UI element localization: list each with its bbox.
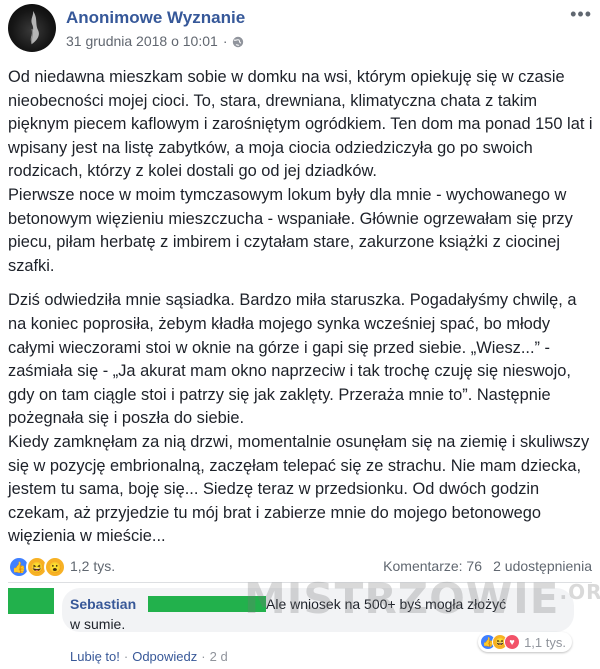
page-name-link[interactable]: Anonimowe Wyznanie: [66, 8, 245, 28]
post-header: Anonimowe Wyznanie 31 grudnia 2018 o 10:…: [0, 0, 600, 60]
comment-like-button[interactable]: Lubię to!: [70, 649, 120, 664]
divider: [8, 582, 592, 583]
reactions-bar: 👍 😆 😮 1,2 tys. Komentarze: 76 2 udostępn…: [8, 556, 592, 578]
comment-reactions-count: 1,1 tys.: [524, 634, 566, 650]
post-paragraph-1: Od niedawna mieszkam sobie w domku na ws…: [8, 68, 593, 275]
globe-icon: [232, 35, 244, 48]
comment-reply-button[interactable]: Odpowiedz: [132, 649, 197, 664]
wow-reaction-icon: 😮: [44, 556, 66, 578]
comments-count[interactable]: Komentarze: 76: [383, 558, 482, 574]
comment-text-line2: w sumie.: [70, 616, 126, 632]
meta-separator: ·: [222, 33, 228, 49]
more-dots-icon[interactable]: •••: [570, 4, 592, 25]
reaction-icons[interactable]: 👍 😆 😮: [8, 556, 66, 578]
action-separator: ·: [201, 649, 206, 664]
post-meta: 31 grudnia 2018 o 10:01 ·: [66, 33, 244, 49]
post-paragraph-2: Dziś odwiedziła mnie sąsiadka. Bardzo mi…: [8, 291, 590, 546]
love-reaction-icon: ♥: [504, 634, 521, 650]
comment-time[interactable]: 2 d: [210, 649, 228, 664]
comment-actions: Lubię to! · Odpowiedz · 2 d: [70, 649, 228, 664]
post-date[interactable]: 31 grudnia 2018 o 10:01: [66, 33, 218, 49]
shares-count[interactable]: 2 udostępnienia: [493, 558, 592, 574]
comment-avatar-redacted[interactable]: [8, 588, 54, 614]
comment-author-redaction: [148, 596, 266, 612]
post-body: Od niedawna mieszkam sobie w domku na ws…: [8, 66, 596, 560]
page-avatar[interactable]: [8, 4, 56, 52]
comment-text-line1: Ale wniosek na 500+ byś mogła złożyć: [266, 596, 507, 612]
action-separator: ·: [123, 649, 129, 664]
comment-reactions[interactable]: 👍 😆 ♥ 1,1 tys.: [478, 632, 572, 652]
reactions-count[interactable]: 1,2 tys.: [70, 558, 115, 574]
comment-author[interactable]: Sebastian: [70, 596, 136, 612]
